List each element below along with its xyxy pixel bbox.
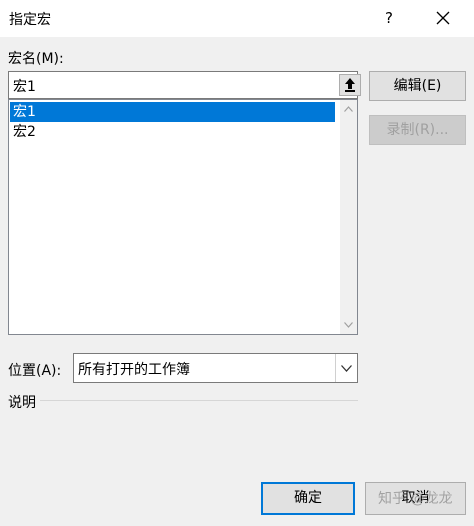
edit-button[interactable]: 编辑(E) [369, 71, 466, 101]
location-value: 所有打开的工作簿 [78, 362, 190, 378]
ok-button[interactable]: 确定 [261, 482, 355, 515]
collapse-dialog-button[interactable] [339, 74, 361, 96]
scroll-up-icon[interactable] [344, 106, 353, 112]
chevron-down-icon [341, 365, 352, 372]
macro-list-item[interactable]: 宏1 [10, 102, 335, 122]
watermark: 知乎 @龙龙 [378, 491, 453, 507]
location-select[interactable]: 所有打开的工作簿 [73, 353, 358, 383]
macro-name-label: 宏名(M): [8, 51, 64, 67]
description-label: 说明 [8, 395, 36, 411]
help-button[interactable]: ? [372, 4, 406, 32]
macro-name-input[interactable]: 宏1 [8, 71, 361, 99]
macro-list-item[interactable]: 宏2 [10, 122, 335, 142]
upload-arrow-icon [345, 78, 355, 92]
description-divider [40, 400, 358, 401]
macro-list[interactable]: 宏1 宏2 [8, 99, 358, 335]
list-scrollbar[interactable] [340, 100, 357, 334]
title-bar: 指定宏 ? [0, 0, 474, 37]
record-button[interactable]: 录制(R)... [369, 115, 466, 145]
scroll-down-icon[interactable] [344, 322, 353, 328]
macro-name-value[interactable]: 宏1 [13, 76, 36, 96]
close-icon [436, 11, 450, 25]
dialog-title: 指定宏 [9, 12, 51, 28]
close-button[interactable] [425, 4, 461, 32]
location-label: 位置(A): [8, 363, 62, 379]
dropdown-button[interactable] [335, 354, 357, 382]
